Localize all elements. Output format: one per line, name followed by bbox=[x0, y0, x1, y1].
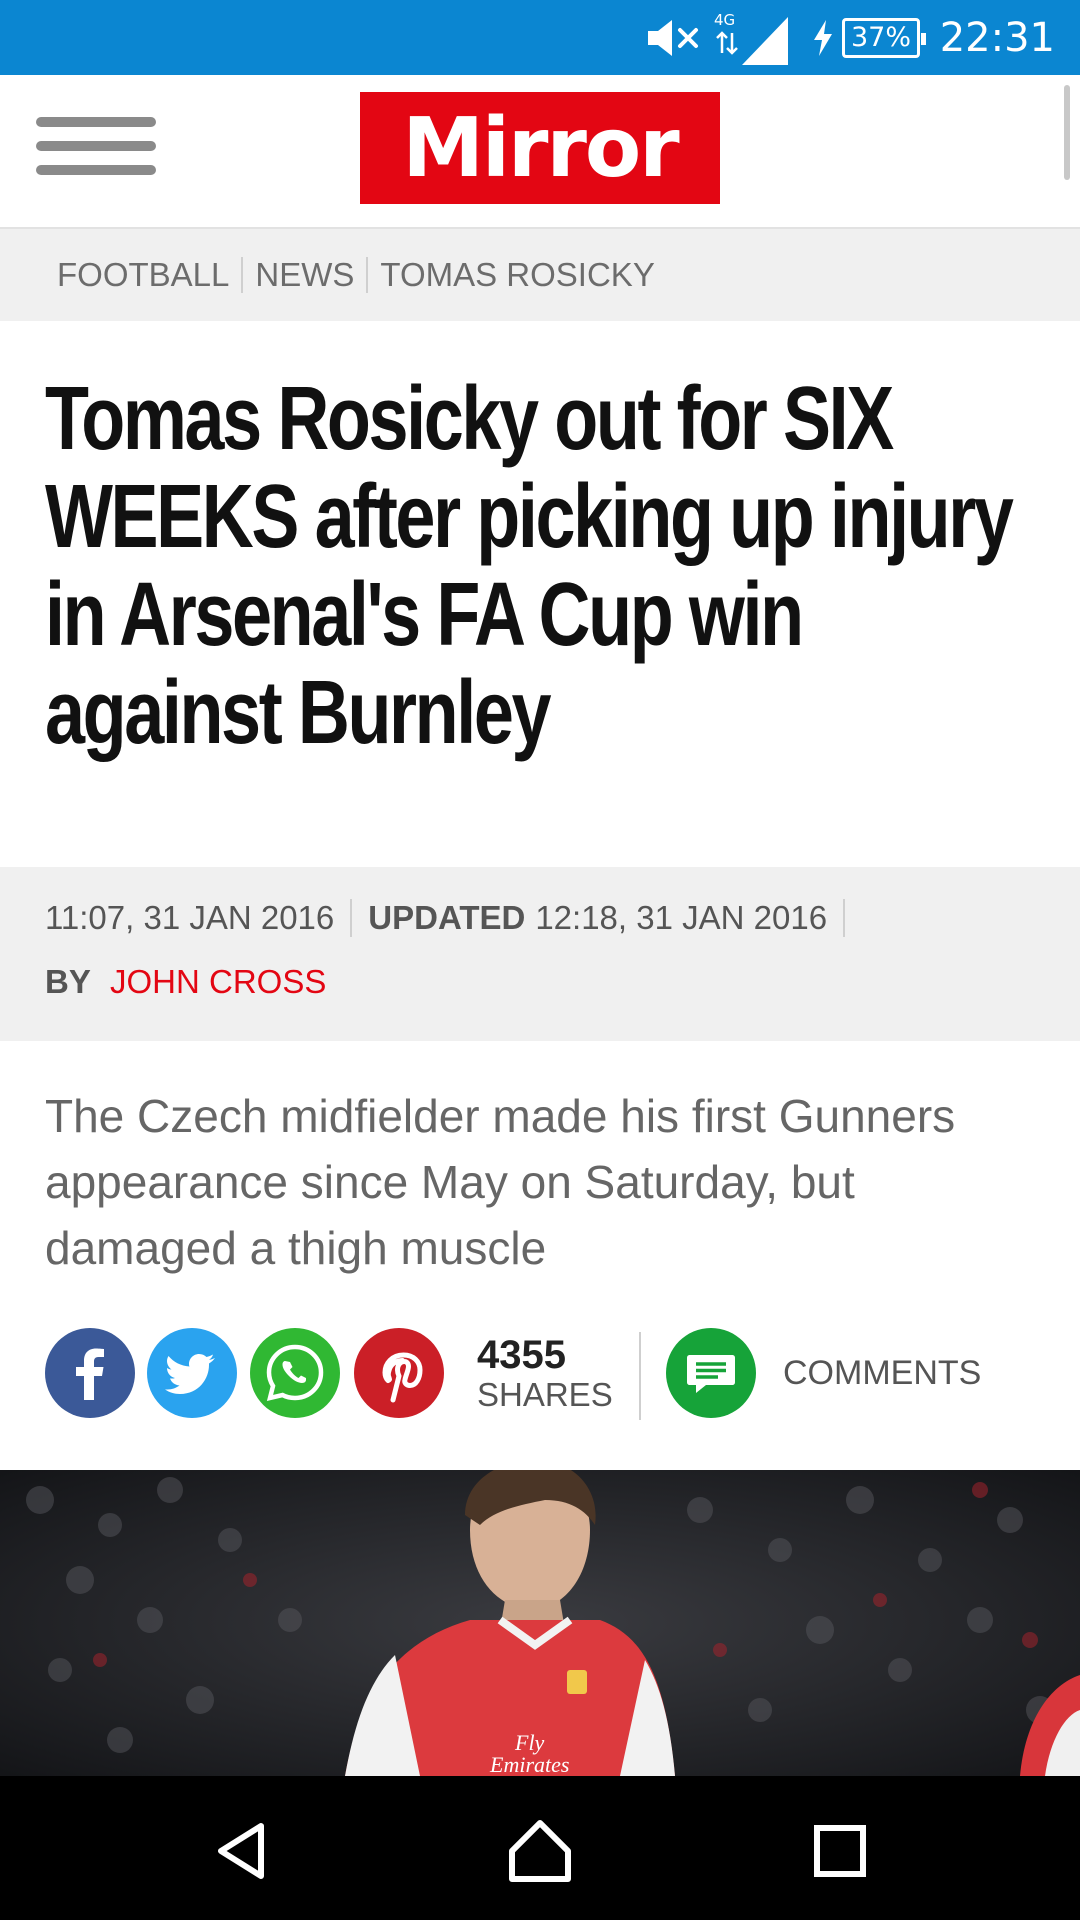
mute-icon bbox=[644, 0, 702, 75]
twitter-icon bbox=[165, 1354, 215, 1394]
signal-icon: 4G bbox=[712, 0, 792, 75]
recents-icon bbox=[814, 1825, 866, 1877]
breadcrumb-news[interactable]: NEWS bbox=[241, 257, 366, 293]
article-standfirst: The Czech midfielder made his first Gunn… bbox=[45, 1090, 956, 1274]
facebook-icon bbox=[76, 1348, 104, 1400]
mirror-logo[interactable]: Mirror bbox=[360, 92, 720, 204]
battery-level: 37% bbox=[841, 17, 927, 58]
shirt-sponsor-text: Emirates bbox=[489, 1752, 569, 1776]
battery-icon: 37% bbox=[841, 0, 927, 75]
network-type-label: 4G bbox=[714, 11, 735, 29]
updated-label: UPDATED bbox=[368, 899, 526, 936]
updated-time: 12:18, 31 JAN 2016 bbox=[535, 899, 828, 936]
hamburger-menu-icon[interactable] bbox=[36, 117, 156, 179]
divider bbox=[843, 899, 846, 937]
share-bar: 4355 SHARES COMMENTS bbox=[45, 1328, 1045, 1420]
share-count-number: 4355 bbox=[477, 1333, 566, 1377]
breadcrumb: FOOTBALL NEWS TOMAS ROSICKY bbox=[0, 229, 1080, 321]
breadcrumb-tomas-rosicky[interactable]: TOMAS ROSICKY bbox=[366, 257, 666, 293]
whatsapp-share-button[interactable] bbox=[250, 1328, 340, 1418]
back-button[interactable] bbox=[197, 1806, 287, 1896]
clock: 22:31 bbox=[939, 14, 1055, 61]
breadcrumb-football[interactable]: FOOTBALL bbox=[45, 257, 241, 293]
share-count: 4355 SHARES bbox=[477, 1334, 613, 1414]
share-count-label: SHARES bbox=[477, 1376, 613, 1413]
facebook-share-button[interactable] bbox=[45, 1328, 135, 1418]
twitter-share-button[interactable] bbox=[147, 1328, 237, 1418]
article-hero-image[interactable]: Fly Emirates bbox=[0, 1470, 1080, 1776]
byline-label: BY bbox=[45, 963, 91, 1000]
article-headline: Tomas Rosicky out for SIX WEEKS after pi… bbox=[45, 369, 1014, 763]
recents-button[interactable] bbox=[795, 1806, 885, 1896]
article-meta: 11:07, 31 JAN 2016 UPDATED 12:18, 31 JAN… bbox=[0, 867, 1080, 1041]
charging-icon bbox=[811, 0, 835, 75]
comments-icon bbox=[687, 1355, 735, 1393]
status-bar: 4G 37% 22:31 bbox=[0, 0, 1080, 75]
comments-button[interactable] bbox=[666, 1328, 756, 1418]
comments-label[interactable]: COMMENTS bbox=[783, 1354, 981, 1393]
divider bbox=[639, 1332, 641, 1420]
scrollbar bbox=[1064, 85, 1070, 180]
author-link[interactable]: JOHN CROSS bbox=[110, 963, 326, 1000]
pinterest-share-button[interactable] bbox=[354, 1328, 444, 1418]
site-header: Mirror bbox=[0, 75, 1080, 229]
divider bbox=[350, 899, 353, 937]
android-navigation-bar bbox=[0, 1776, 1080, 1920]
published-time: 11:07, 31 JAN 2016 bbox=[45, 899, 335, 936]
logo-text: Mirror bbox=[402, 100, 679, 196]
back-icon bbox=[218, 1823, 264, 1879]
pinterest-icon bbox=[382, 1352, 423, 1403]
home-button[interactable] bbox=[495, 1806, 585, 1896]
whatsapp-icon bbox=[266, 1344, 324, 1402]
home-icon bbox=[509, 1820, 571, 1882]
